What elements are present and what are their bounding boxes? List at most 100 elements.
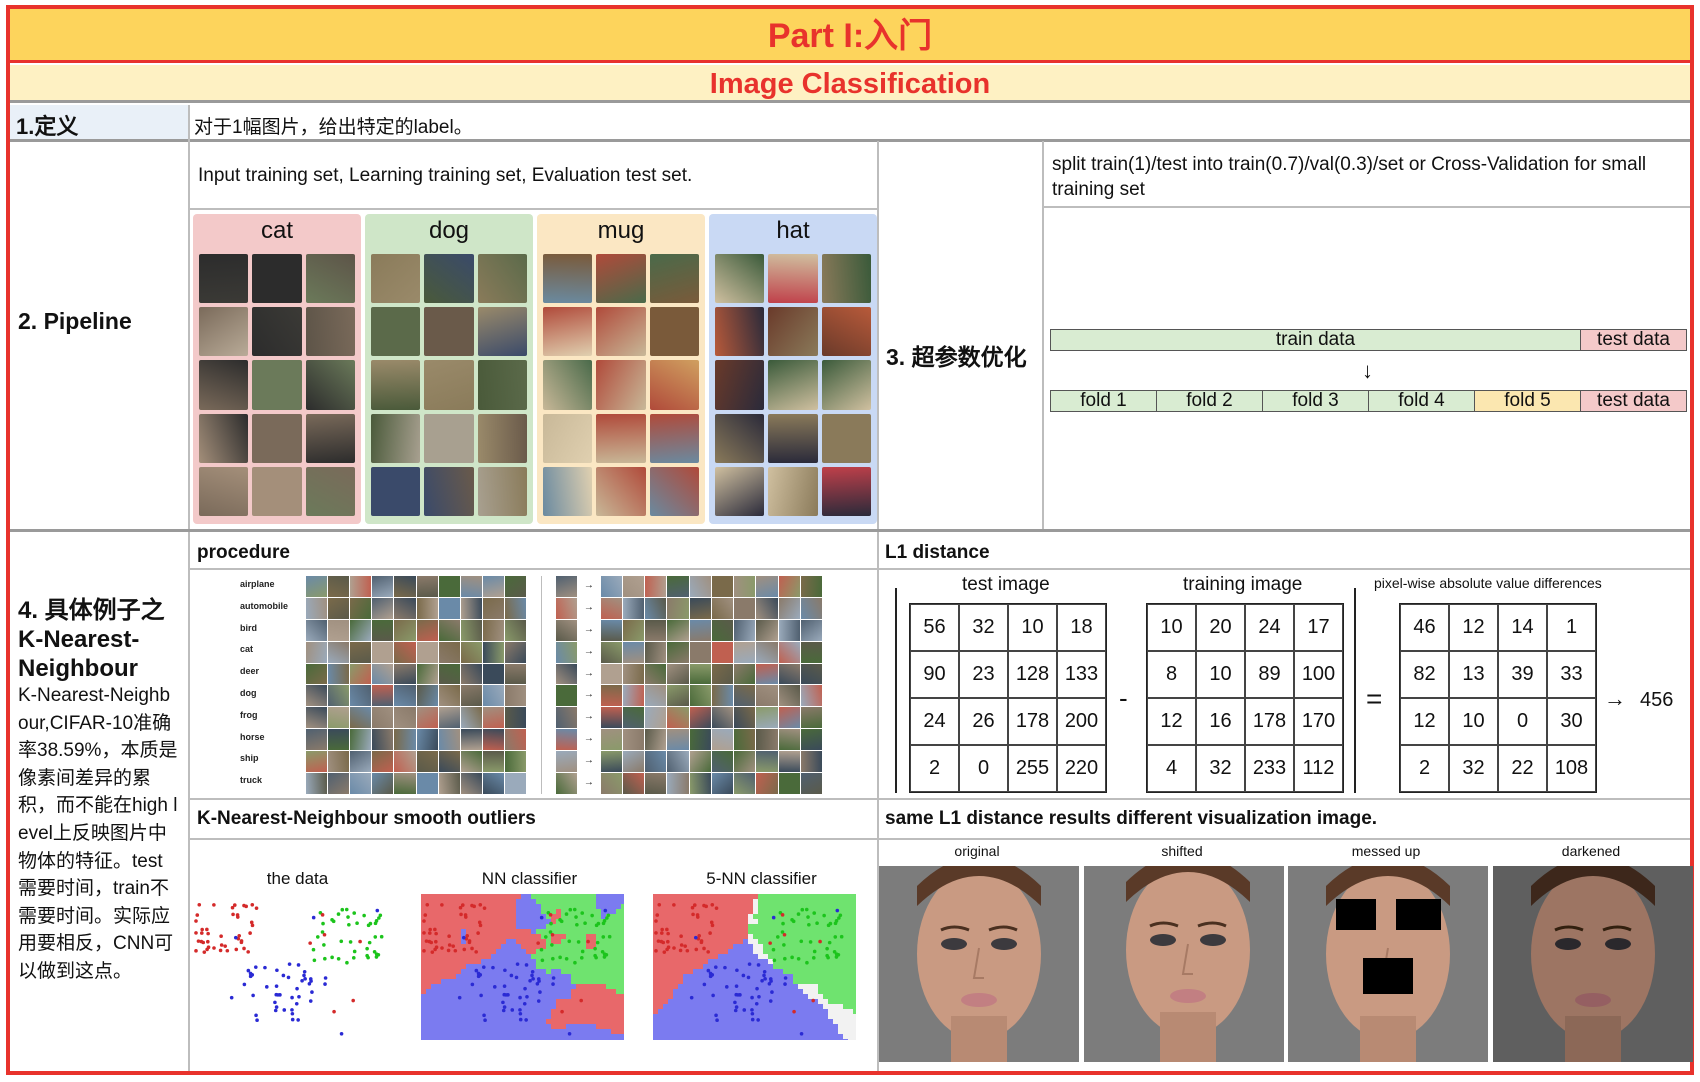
- decision-region: [743, 924, 748, 929]
- scatter-point: [518, 1011, 523, 1016]
- decision-region: [698, 964, 703, 969]
- decision-region: [446, 974, 451, 979]
- decision-region: [763, 1019, 768, 1024]
- decision-region: [581, 979, 586, 984]
- decision-region: [506, 999, 511, 1004]
- neighbor-tile: [667, 729, 689, 751]
- decision-region: [788, 964, 793, 969]
- decision-region: [501, 924, 506, 929]
- scatter-point: [273, 1000, 277, 1005]
- decision-region: [753, 929, 758, 934]
- matrix-cell: 200: [1057, 698, 1106, 745]
- decision-region: [616, 994, 621, 999]
- decision-region: [486, 994, 491, 999]
- decision-region: [551, 894, 556, 899]
- decision-region: [621, 1009, 624, 1014]
- decision-region: [763, 1014, 768, 1019]
- decision-region: [743, 899, 748, 904]
- decision-region: [758, 1039, 763, 1040]
- decision-region: [451, 894, 456, 899]
- neighbor-tile: [600, 597, 622, 619]
- neighbor-tile: [600, 773, 622, 794]
- decision-region: [461, 974, 466, 979]
- decision-region: [576, 1019, 581, 1024]
- decision-region: [718, 1014, 723, 1019]
- decision-region: [813, 894, 818, 899]
- decision-region: [466, 964, 471, 969]
- decision-region: [743, 914, 748, 919]
- cifar-tile: [438, 619, 460, 641]
- neighbor-tile: [689, 641, 711, 663]
- decision-region: [621, 914, 624, 919]
- scatter-point: [567, 939, 572, 944]
- decision-region: [556, 934, 561, 939]
- decision-region: [591, 1019, 596, 1024]
- decision-region: [758, 924, 763, 929]
- decision-region: [728, 984, 733, 989]
- decision-region: [798, 894, 803, 899]
- scatter-point: [694, 947, 699, 952]
- decision-region: [561, 904, 566, 909]
- decision-region: [758, 944, 763, 949]
- decision-region: [673, 924, 678, 929]
- decision-region: [663, 1014, 668, 1019]
- decision-region: [773, 924, 778, 929]
- decision-region: [843, 894, 848, 899]
- decision-region: [738, 1024, 743, 1029]
- decision-region: [748, 934, 753, 939]
- decision-region: [788, 934, 793, 939]
- decision-region: [601, 1039, 606, 1040]
- decision-region: [698, 954, 703, 959]
- decision-region: [738, 939, 743, 944]
- cifar-tile: [416, 685, 438, 707]
- decision-region: [556, 894, 561, 899]
- decision-region: [683, 929, 688, 934]
- decision-region: [431, 954, 436, 959]
- decision-region: [668, 924, 673, 929]
- decision-region: [481, 934, 486, 939]
- decision-region: [733, 974, 738, 979]
- decision-region: [611, 914, 616, 919]
- decision-region: [466, 899, 471, 904]
- decision-region: [683, 1029, 688, 1034]
- decision-region: [536, 1004, 541, 1009]
- decision-region: [621, 1039, 624, 1040]
- decision-region: [698, 894, 703, 899]
- decision-region: [703, 994, 708, 999]
- cifar-tile: [438, 751, 460, 773]
- decision-region: [843, 949, 848, 954]
- decision-region: [793, 1029, 798, 1034]
- decision-region: [688, 929, 693, 934]
- cifar-class-label: automobile: [240, 600, 289, 611]
- decision-region: [663, 1029, 668, 1034]
- decision-region: [693, 959, 698, 964]
- cifar-tile: [482, 619, 504, 641]
- decision-region: [576, 899, 581, 904]
- decision-region: [606, 1029, 611, 1034]
- decision-region: [576, 1009, 581, 1014]
- decision-region: [531, 939, 536, 944]
- scatter-point: [666, 939, 670, 944]
- decision-region: [556, 939, 561, 944]
- decision-region: [813, 959, 818, 964]
- decision-region: [621, 979, 624, 984]
- matrix-cell: 255: [1008, 745, 1057, 792]
- decision-region: [446, 964, 451, 969]
- decision-region: [596, 1009, 601, 1014]
- knn-label-line2: K-Nearest-: [18, 626, 140, 653]
- scatter-point: [836, 952, 841, 957]
- decision-region: [471, 1014, 476, 1019]
- decision-region: [668, 964, 673, 969]
- decision-region: [541, 969, 546, 974]
- decision-region: [658, 959, 663, 964]
- decision-region: [818, 974, 823, 979]
- decision-region: [843, 914, 848, 919]
- decision-region: [441, 919, 446, 924]
- decision-region: [456, 1029, 461, 1034]
- decision-region: [718, 924, 723, 929]
- decision-region: [783, 1019, 788, 1024]
- decision-region: [693, 964, 698, 969]
- decision-region: [596, 1004, 601, 1009]
- decision-region: [683, 899, 688, 904]
- decision-region: [728, 1009, 733, 1014]
